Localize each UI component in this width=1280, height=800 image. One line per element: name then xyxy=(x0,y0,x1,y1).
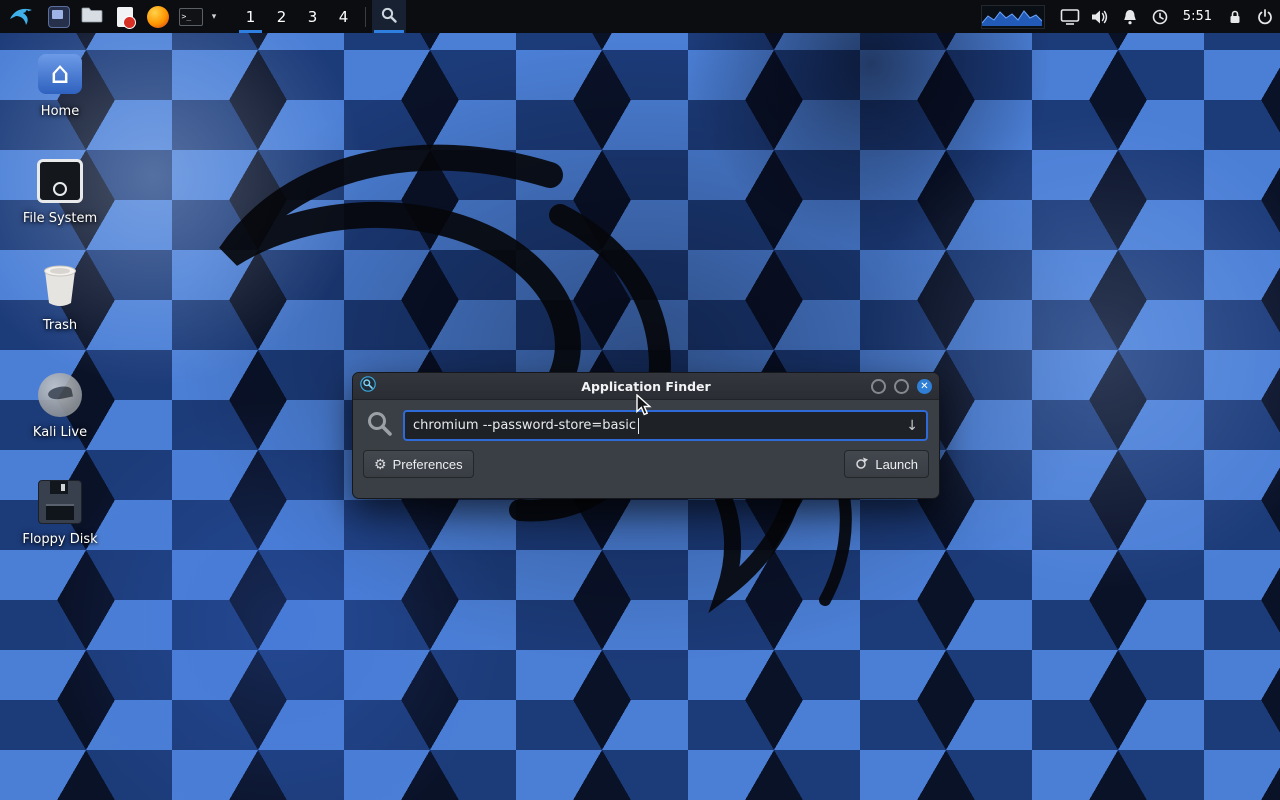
launcher-file-manager[interactable] xyxy=(75,0,108,33)
search-input-text: chromium --password-store=basic xyxy=(413,418,636,433)
kali-logo-icon xyxy=(8,4,34,30)
kali-live-icon xyxy=(38,373,82,417)
home-icon: ⌂ xyxy=(38,54,82,94)
window-app-icon xyxy=(48,6,70,28)
panel-separator xyxy=(365,7,366,27)
terminal-icon: >_ xyxy=(179,8,203,26)
logout-power-icon[interactable] xyxy=(1250,0,1280,33)
desktop-icon-label: Floppy Disk xyxy=(22,532,97,547)
desktop-icon-floppy-disk[interactable]: Floppy Disk xyxy=(8,478,112,585)
taskbar-application-finder-button[interactable] xyxy=(372,0,406,33)
gear-icon: ⚙ xyxy=(374,457,387,471)
applications-menu-button[interactable] xyxy=(0,0,42,33)
maximize-button[interactable] xyxy=(894,379,909,394)
workspace-button-1[interactable]: 1 xyxy=(235,0,266,33)
launch-icon xyxy=(855,456,869,473)
desktop-icon-list: ⌂ Home File System Trash Kali Live xyxy=(8,50,112,585)
desktop-screen: >_ ▾ 1 2 3 4 xyxy=(0,0,1280,800)
floppy-disk-icon xyxy=(38,480,82,524)
screen-lock-icon[interactable] xyxy=(1220,0,1250,33)
file-system-icon xyxy=(37,159,83,203)
workspace-button-2[interactable]: 2 xyxy=(266,0,297,33)
desktop-icon-label: Kali Live xyxy=(33,425,87,440)
document-icon xyxy=(117,7,133,27)
launcher-terminal[interactable]: >_ xyxy=(174,0,207,33)
desktop-icon-label: Trash xyxy=(43,318,77,333)
terminal-launcher-dropdown[interactable]: ▾ xyxy=(207,0,221,33)
terminal-prompt-glyph: >_ xyxy=(182,12,192,21)
desktop-icon-home[interactable]: ⌂ Home xyxy=(8,50,112,157)
clock[interactable]: 5:51 xyxy=(1175,0,1220,33)
desktop-icon-trash[interactable]: Trash xyxy=(8,264,112,371)
top-panel: >_ ▾ 1 2 3 4 xyxy=(0,0,1280,33)
application-finder-taskbar-icon xyxy=(380,6,398,28)
notifications-tray-icon[interactable] xyxy=(1115,0,1145,33)
red-badge-icon xyxy=(123,16,136,29)
desktop-icon-label: Home xyxy=(41,104,79,119)
desktop-icon-label: File System xyxy=(23,211,97,226)
application-finder-window: Application Finder ✕ chromium --password… xyxy=(352,372,940,499)
update-status-tray-icon[interactable] xyxy=(1145,0,1175,33)
finder-footer: ⚙ Preferences Launch xyxy=(353,441,939,488)
volume-tray-icon[interactable] xyxy=(1085,0,1115,33)
titlebar[interactable]: Application Finder ✕ xyxy=(353,373,939,400)
trash-icon xyxy=(40,263,80,313)
window-title: Application Finder xyxy=(413,379,879,394)
workspace-button-3[interactable]: 3 xyxy=(297,0,328,33)
application-finder-window-icon xyxy=(360,376,376,396)
desktop-icon-kali-live[interactable]: Kali Live xyxy=(8,371,112,478)
system-tray: 5:51 xyxy=(981,0,1280,33)
display-settings-tray-icon[interactable] xyxy=(1055,0,1085,33)
folder-icon xyxy=(81,6,103,28)
search-icon xyxy=(366,410,393,441)
launcher-window-app[interactable] xyxy=(42,0,75,33)
launcher-text-editor[interactable] xyxy=(108,0,141,33)
chevron-down-icon: ▾ xyxy=(212,12,217,22)
dropdown-arrow-icon[interactable]: ↓ xyxy=(906,418,918,434)
desktop-icon-file-system[interactable]: File System xyxy=(8,157,112,264)
cpu-graph-applet[interactable] xyxy=(981,5,1045,29)
finder-body: chromium --password-store=basic ↓ xyxy=(353,400,939,441)
firefox-icon xyxy=(147,6,169,28)
text-cursor xyxy=(638,418,639,434)
launcher-firefox[interactable] xyxy=(141,0,174,33)
search-input[interactable]: chromium --password-store=basic ↓ xyxy=(403,410,928,441)
preferences-button[interactable]: ⚙ Preferences xyxy=(363,450,474,478)
workspace-button-4[interactable]: 4 xyxy=(328,0,359,33)
close-button[interactable]: ✕ xyxy=(917,379,932,394)
launch-button[interactable]: Launch xyxy=(844,450,929,478)
